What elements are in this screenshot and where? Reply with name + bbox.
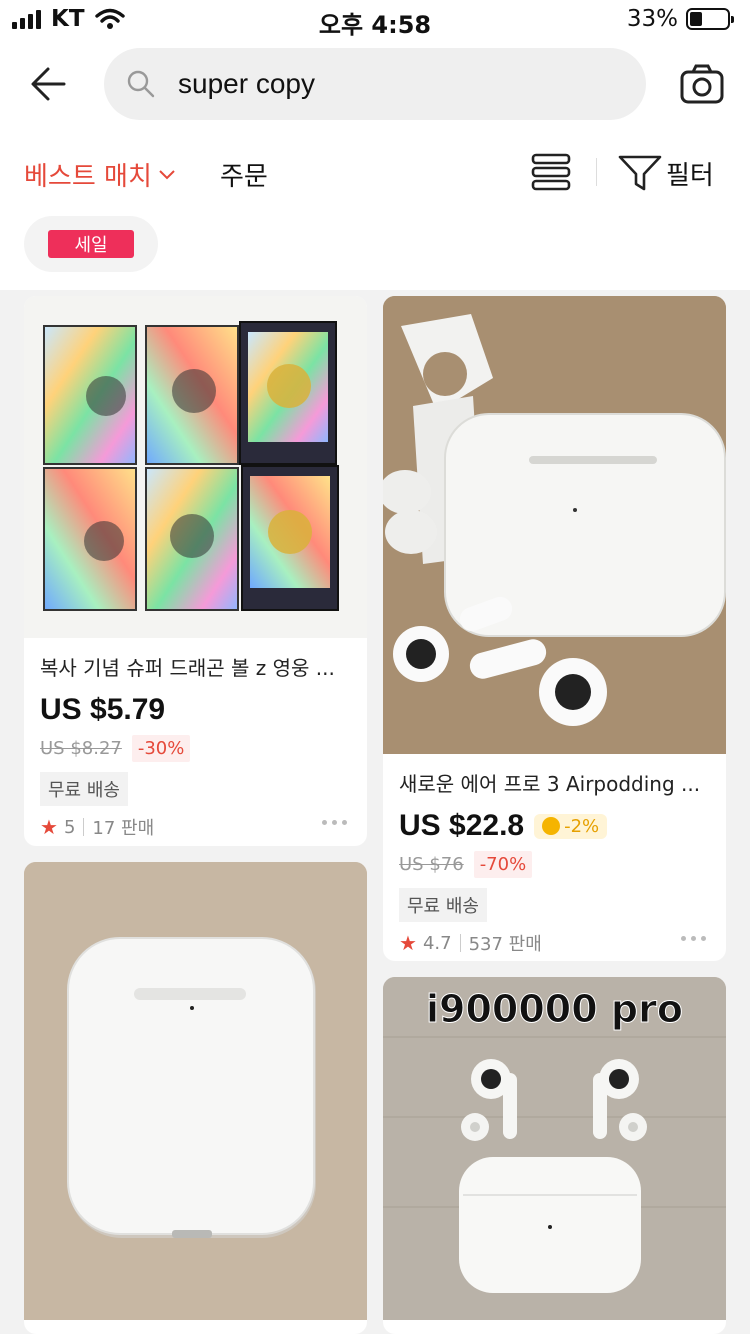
original-price: US $76: [399, 854, 464, 875]
rating: 5: [63, 816, 76, 838]
sale-chip[interactable]: 세일: [24, 216, 158, 272]
camera-icon[interactable]: [680, 64, 724, 104]
original-price: US $8.27: [40, 738, 122, 759]
product-card[interactable]: 새로운 에어 프로 3 Airpodding ... US $22.8 -2% …: [383, 296, 726, 961]
sort-best-match[interactable]: 베스트 매치: [24, 156, 176, 193]
sort-best-match-label: 베스트 매치: [24, 162, 152, 192]
sale-chip-label: 세일: [48, 230, 134, 258]
sort-orders[interactable]: 주문: [220, 156, 268, 193]
search-bar[interactable]: [104, 48, 646, 120]
product-info: 복사 기념 슈퍼 드래곤 볼 z 영웅 ... US $5.79 US $8.2…: [24, 638, 367, 840]
coin-discount-badge: -2%: [534, 813, 608, 839]
product-title: 복사 기념 슈퍼 드래곤 볼 z 영웅 ...: [40, 656, 335, 680]
free-shipping-tag: 무료 배송: [399, 888, 487, 922]
product-image: [24, 862, 367, 1320]
filter-icon: [618, 155, 662, 191]
product-card[interactable]: i900000 pro: [383, 977, 726, 1334]
status-bar: KT 오후 4:58 33%: [0, 0, 750, 44]
sold-count: 17 판매: [92, 818, 155, 839]
star-icon: ★: [40, 815, 58, 839]
product-title: 새로운 에어 프로 3 Airpodding ...: [399, 772, 701, 796]
product-info: 새로운 에어 프로 3 Airpodding ... US $22.8 -2% …: [383, 754, 726, 956]
product-card[interactable]: 복사 기념 슈퍼 드래곤 볼 z 영웅 ... US $5.79 US $8.2…: [24, 296, 367, 846]
product-image: i900000 pro: [383, 977, 726, 1320]
search-icon: [127, 70, 155, 98]
product-card[interactable]: [24, 862, 367, 1334]
discount-badge: -30%: [131, 735, 191, 762]
discount-badge: -70%: [473, 851, 533, 878]
product-image: [24, 296, 367, 638]
battery-icon: [686, 8, 734, 30]
more-dots-icon[interactable]: [681, 936, 706, 941]
sold-count: 537 판매: [468, 934, 542, 955]
filter-label: 필터: [666, 160, 714, 191]
back-arrow-icon[interactable]: [28, 62, 72, 106]
list-layout-icon[interactable]: [530, 152, 572, 192]
rating: 4.7: [422, 932, 452, 954]
coin-icon: [542, 817, 561, 835]
product-image-caption: i900000 pro: [426, 987, 684, 1032]
product-image: [383, 296, 726, 754]
star-icon: ★: [399, 931, 417, 955]
chevron-down-icon: [159, 169, 175, 179]
product-price: US $5.79: [40, 693, 166, 726]
more-dots-icon[interactable]: [322, 820, 347, 825]
free-shipping-tag: 무료 배송: [40, 772, 128, 806]
filter-button[interactable]: 필터: [618, 154, 714, 192]
divider: [596, 158, 597, 186]
product-price: US $22.8: [399, 809, 525, 842]
battery-percent: 33%: [626, 6, 678, 32]
search-input[interactable]: [178, 68, 598, 100]
header-area: KT 오후 4:58 33% 베스트 매치 주문: [0, 0, 750, 290]
